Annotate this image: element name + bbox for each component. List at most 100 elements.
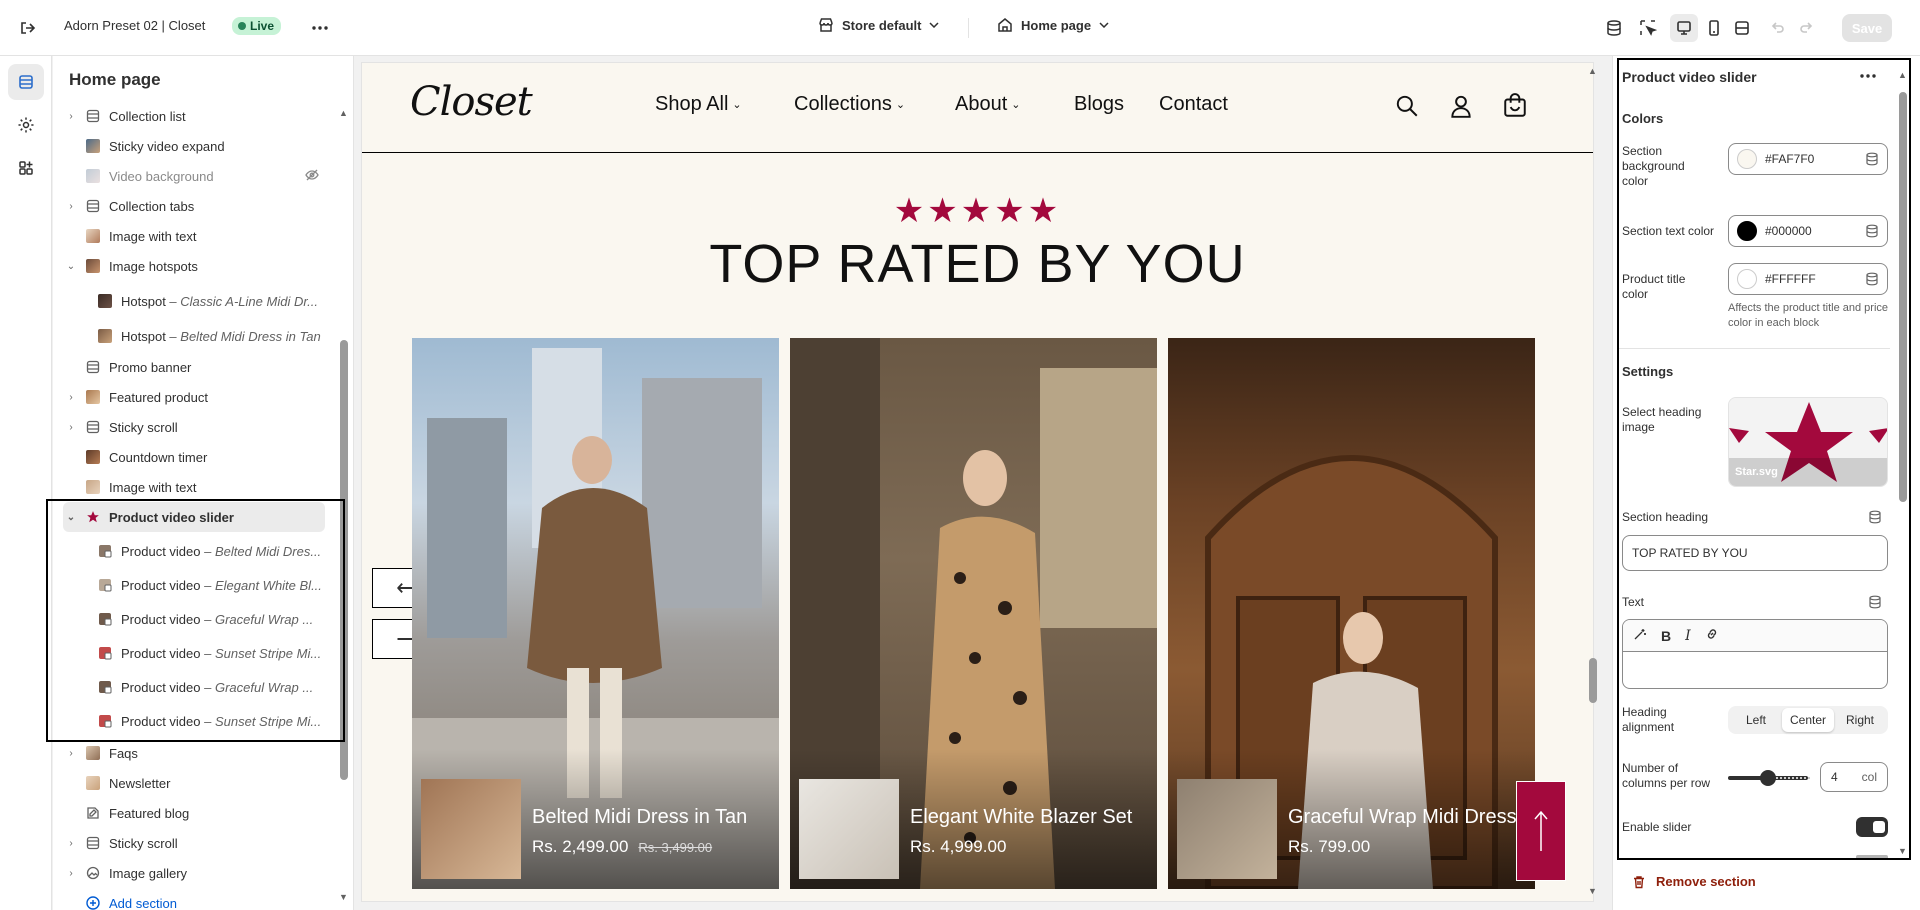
scroll-down-arrow-icon[interactable]: ▼ [339, 892, 348, 902]
sidebar-item-countdown-timer[interactable]: Countdown timer [63, 442, 325, 472]
hidden-eye-icon[interactable] [305, 168, 319, 185]
store-selector[interactable]: Store default [818, 17, 939, 33]
exit-icon[interactable] [14, 14, 42, 42]
sidebar-item-collection-list[interactable]: › Collection list [63, 101, 325, 131]
sidebar-item-product-video-slider[interactable]: ⌄ Product video slider [63, 502, 325, 532]
product-title[interactable]: Elegant White Blazer Set [910, 806, 1132, 829]
columns-slider-thumb[interactable] [1760, 770, 1776, 786]
sidebar-item-product-video[interactable]: Product video – Sunset Stripe Mi... [79, 706, 325, 736]
page-selector[interactable]: Home page [997, 17, 1109, 33]
preview-scroll-down-arrow-icon[interactable]: ▼ [1588, 886, 1597, 896]
theme-settings-gear-icon[interactable] [8, 107, 44, 143]
back-to-top-button[interactable] [1516, 781, 1566, 881]
product-thumbnail[interactable] [1177, 779, 1277, 879]
sidebar-item-product-video[interactable]: Product video – Graceful Wrap ... [79, 672, 325, 702]
title-color-picker[interactable]: #FFFFFF [1728, 263, 1888, 295]
more-actions-icon[interactable] [306, 14, 334, 42]
inspector-scroll-down-arrow-icon[interactable]: ▼ [1898, 846, 1907, 856]
account-icon[interactable] [1448, 93, 1474, 119]
preview-scrollbar[interactable] [1589, 658, 1597, 703]
dynamic-source-icon[interactable] [1868, 510, 1882, 524]
product-card[interactable]: Graceful Wrap Midi Dress Rs. 799.00 [1168, 338, 1535, 889]
sidebar-item-sticky-video-expand[interactable]: Sticky video expand [63, 131, 325, 161]
product-card[interactable]: Elegant White Blazer Set Rs. 4,999.00 [790, 338, 1157, 889]
chevron-right-icon[interactable]: › [63, 868, 79, 879]
sidebar-item-image-with-text[interactable]: Image with text [63, 221, 325, 251]
color-swatch[interactable] [1737, 269, 1757, 289]
sidebar-item-image-hotspots[interactable]: ⌄ Image hotspots [63, 251, 325, 281]
more-options-icon[interactable] [1860, 66, 1876, 81]
dynamic-source-icon[interactable] [1868, 595, 1882, 609]
sidebar-item-sticky-scroll[interactable]: › Sticky scroll [63, 412, 325, 442]
scroll-up-arrow-icon[interactable]: ▲ [339, 108, 348, 118]
sidebar-item-product-video[interactable]: Product video – Belted Midi Dres... [79, 536, 325, 566]
italic-icon[interactable]: I [1685, 628, 1691, 644]
align-right-option[interactable]: Right [1834, 708, 1886, 732]
product-title[interactable]: Belted Midi Dress in Tan [532, 806, 747, 829]
sidebar-item-hotspot[interactable]: Hotspot – Classic A-Line Midi Dr... [79, 286, 325, 316]
chevron-right-icon[interactable]: › [63, 422, 79, 433]
inspect-cursor-icon[interactable] [1634, 14, 1662, 42]
apps-icon[interactable] [8, 150, 44, 186]
chevron-down-icon[interactable]: ⌄ [63, 512, 79, 523]
sidebar-item-featured-product[interactable]: › Featured product [63, 382, 325, 412]
ai-magic-icon[interactable] [1633, 627, 1647, 644]
cart-icon[interactable] [1502, 93, 1528, 119]
color-swatch[interactable] [1737, 221, 1757, 241]
sidebar-scrollbar[interactable] [340, 340, 348, 780]
fullscreen-view-icon[interactable] [1728, 14, 1756, 42]
nav-item-collections[interactable]: Collections ⌄ [794, 93, 905, 116]
mobile-view-icon[interactable] [1700, 14, 1728, 42]
bg-color-picker[interactable]: #FAF7F0 [1728, 143, 1888, 175]
undo-icon[interactable] [1764, 14, 1792, 42]
sidebar-item-newsletter[interactable]: Newsletter [63, 768, 325, 798]
site-logo[interactable]: Closet [410, 79, 533, 125]
nav-item-blogs[interactable]: Blogs [1074, 93, 1124, 116]
chevron-right-icon[interactable]: › [63, 201, 79, 212]
nav-item-about[interactable]: About ⌄ [955, 93, 1020, 116]
inspector-scroll-up-arrow-icon[interactable]: ▲ [1898, 70, 1907, 80]
sidebar-item-collection-tabs[interactable]: › Collection tabs [63, 191, 325, 221]
product-thumbnail[interactable] [421, 779, 521, 879]
sidebar-item-promo-banner[interactable]: Promo banner [63, 352, 325, 382]
search-icon[interactable] [1394, 93, 1420, 119]
text-rich-editor[interactable]: B I [1622, 619, 1888, 689]
product-card[interactable]: Belted Midi Dress in Tan Rs. 2,499.00 Rs.… [412, 338, 779, 889]
preview-scroll-up-arrow-icon[interactable]: ▲ [1588, 66, 1597, 76]
align-left-option[interactable]: Left [1730, 708, 1782, 732]
nav-item-contact[interactable]: Contact [1159, 93, 1228, 116]
nav-item-shop-all[interactable]: Shop All ⌄ [655, 93, 742, 116]
sidebar-item-featured-blog[interactable]: Featured blog [63, 798, 325, 828]
sidebar-item-video-background[interactable]: Video background [63, 161, 325, 191]
sidebar-item-product-video[interactable]: Product video – Sunset Stripe Mi... [79, 638, 325, 668]
sidebar-item-sticky-scroll[interactable]: › Sticky scroll [63, 828, 325, 858]
redo-icon[interactable] [1792, 14, 1820, 42]
bold-icon[interactable]: B [1661, 628, 1671, 644]
columns-number-input[interactable]: 4 col [1820, 762, 1888, 792]
link-icon[interactable] [1705, 627, 1719, 644]
product-title[interactable]: Graceful Wrap Midi Dress [1288, 806, 1517, 829]
desktop-view-icon[interactable] [1670, 14, 1698, 42]
product-thumbnail[interactable] [799, 779, 899, 879]
chevron-down-icon[interactable]: ⌄ [63, 261, 79, 272]
sections-icon[interactable] [8, 64, 44, 100]
dynamic-source-icon[interactable] [1865, 224, 1879, 238]
dynamic-source-icon[interactable] [1865, 152, 1879, 166]
text-color-picker[interactable]: #000000 [1728, 215, 1888, 247]
sidebar-item-product-video[interactable]: Product video – Graceful Wrap ... [79, 604, 325, 634]
sidebar-item-image-gallery[interactable]: › Image gallery [63, 858, 325, 888]
inspector-scrollbar[interactable] [1899, 92, 1907, 502]
enable-slider-toggle[interactable] [1856, 817, 1888, 837]
sidebar-item-hotspot[interactable]: Hotspot – Belted Midi Dress in Tan [79, 321, 325, 351]
color-swatch[interactable] [1737, 149, 1757, 169]
sidebar-item-image-with-text[interactable]: Image with text [63, 472, 325, 502]
chevron-right-icon[interactable]: › [63, 111, 79, 122]
heading-image-picker[interactable]: Star.svg [1728, 397, 1888, 487]
chevron-right-icon[interactable]: › [63, 838, 79, 849]
sidebar-item-faqs[interactable]: › Faqs [63, 738, 325, 768]
chevron-right-icon[interactable]: › [63, 748, 79, 759]
sidebar-item-product-video[interactable]: Product video – Elegant White Bl... [79, 570, 325, 600]
remove-section-button[interactable]: Remove section [1632, 874, 1756, 889]
database-icon[interactable] [1600, 14, 1628, 42]
section-heading-input[interactable]: TOP RATED BY YOU [1622, 535, 1888, 571]
